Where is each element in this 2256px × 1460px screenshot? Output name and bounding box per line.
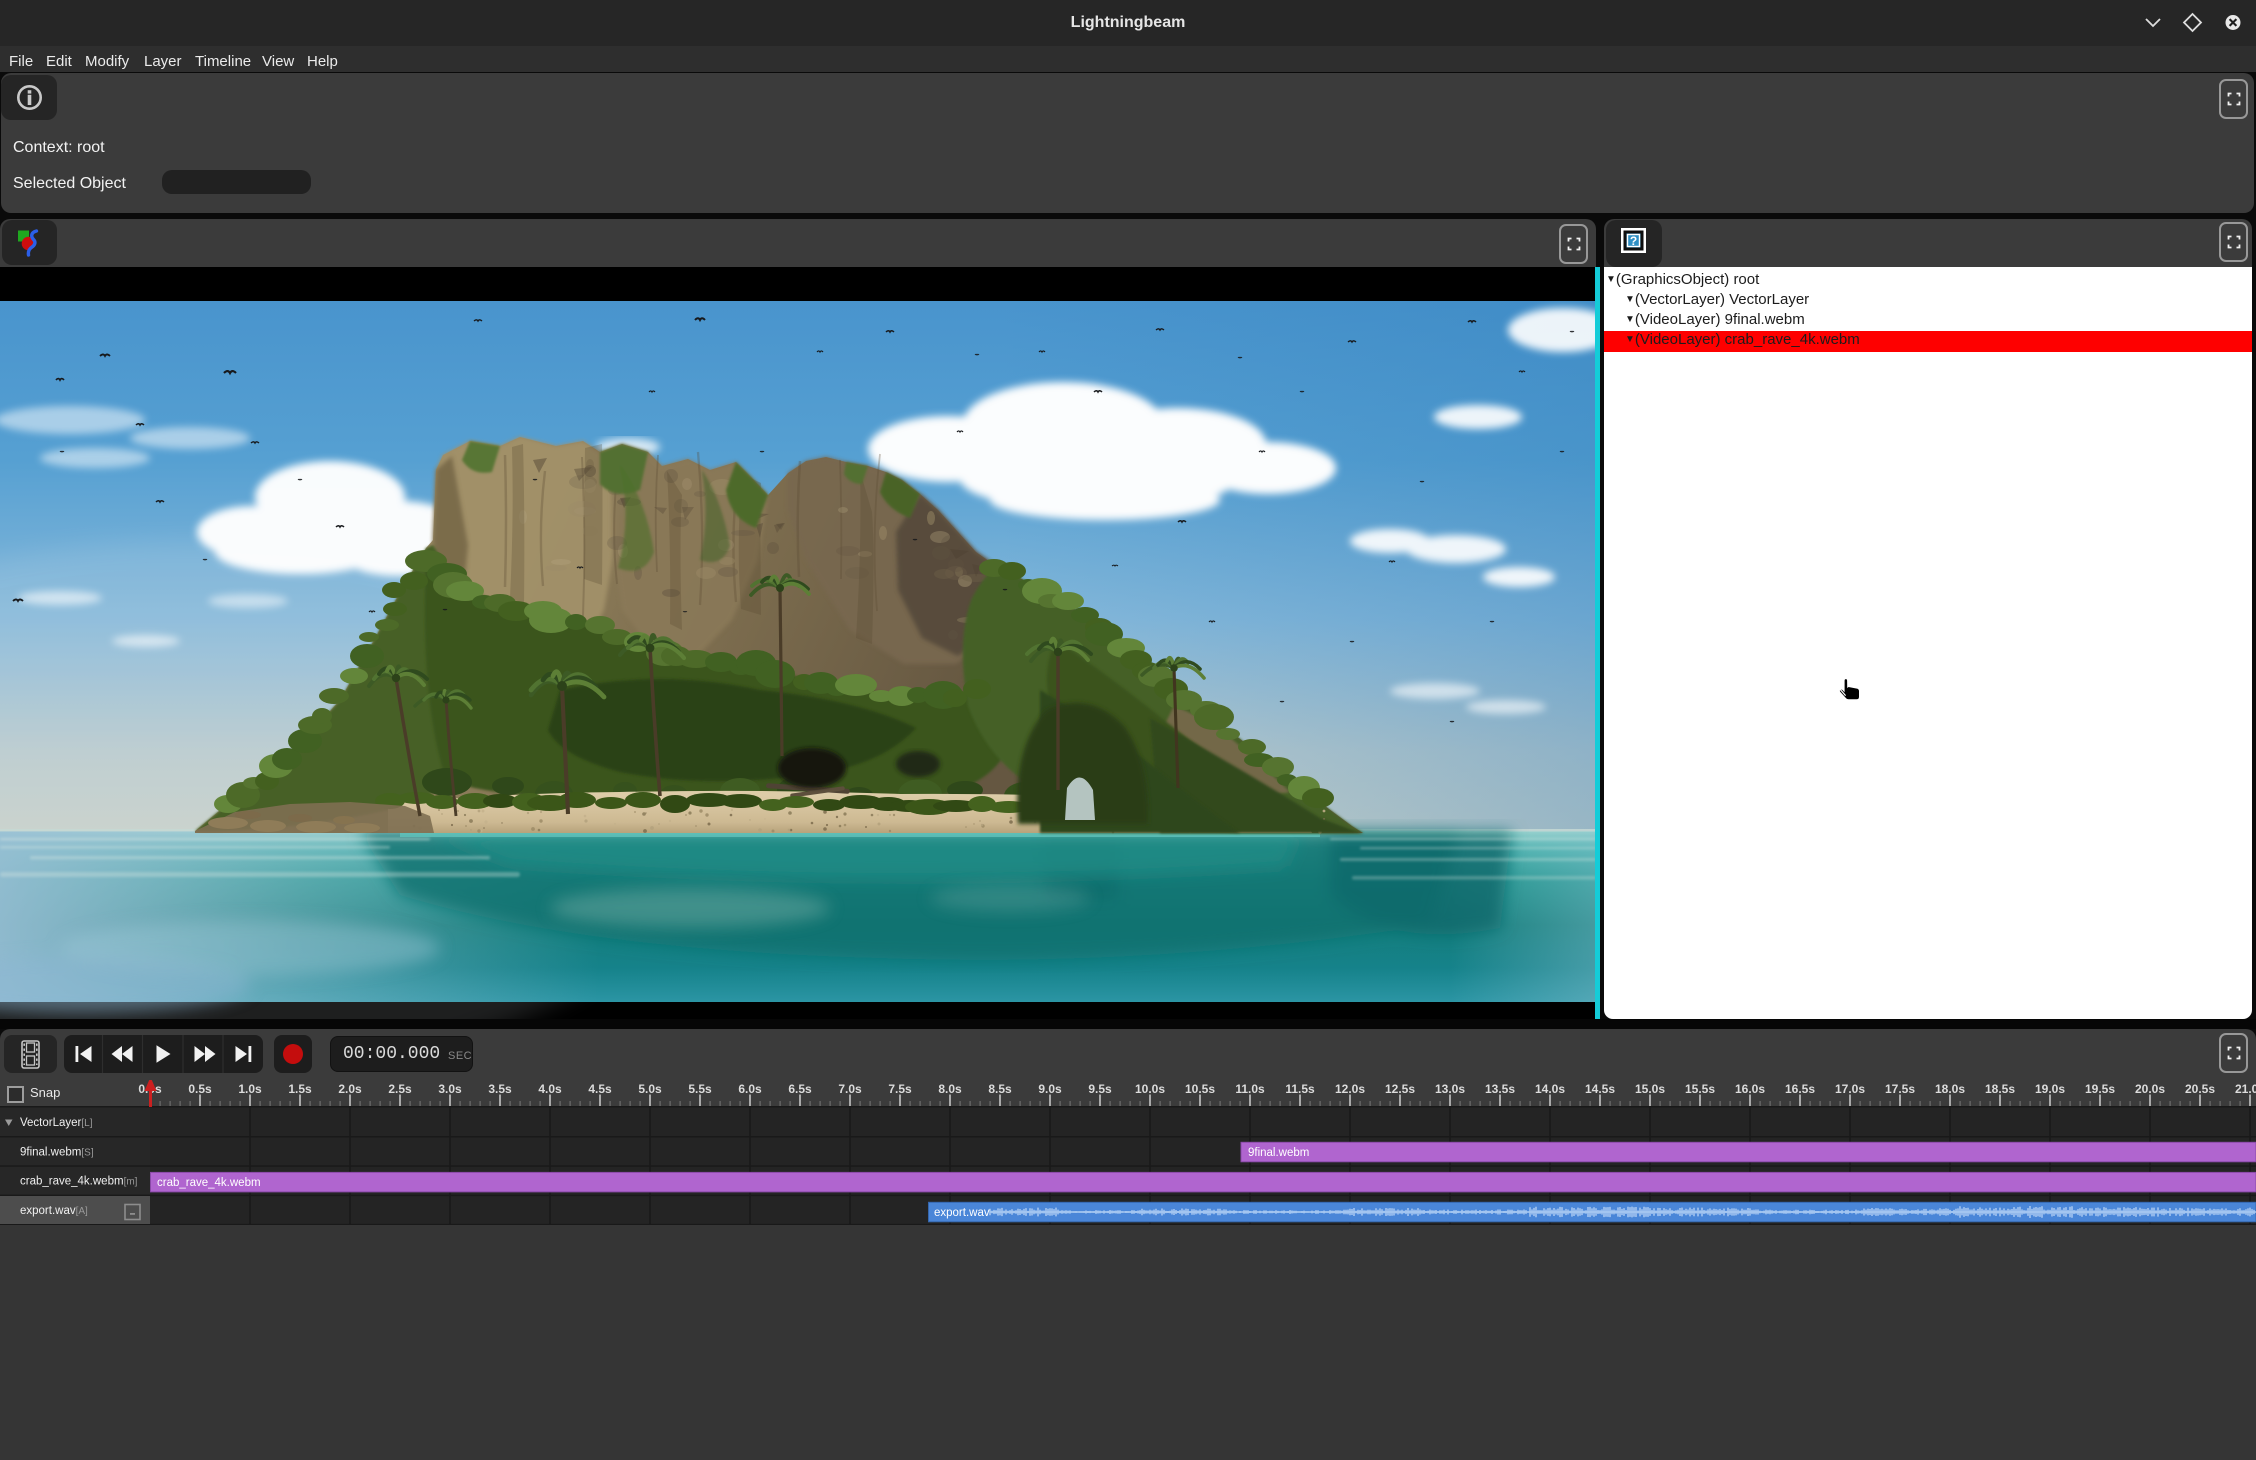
svg-text:9.5s: 9.5s [1088, 1082, 1112, 1096]
svg-text:7.5s: 7.5s [888, 1082, 912, 1096]
svg-text:9final.webm[S]: 9final.webm[S] [20, 1146, 94, 1158]
svg-text:8.0s: 8.0s [938, 1082, 962, 1096]
svg-text:10.0s: 10.0s [1135, 1082, 1165, 1096]
svg-text:2.0s: 2.0s [338, 1082, 362, 1096]
svg-text:18.0s: 18.0s [1935, 1082, 1965, 1096]
svg-text:8.5s: 8.5s [988, 1082, 1012, 1096]
svg-text:7.0s: 7.0s [838, 1082, 862, 1096]
svg-text:5.5s: 5.5s [688, 1082, 712, 1096]
svg-text:20.5s: 20.5s [2185, 1082, 2215, 1096]
svg-text:9.0s: 9.0s [1038, 1082, 1062, 1096]
svg-text:crab_rave_4k.webm: crab_rave_4k.webm [157, 1177, 261, 1189]
svg-text:6.5s: 6.5s [788, 1082, 812, 1096]
svg-text:11.0s: 11.0s [1235, 1082, 1265, 1096]
svg-text:?: ? [1630, 234, 1637, 248]
svg-text:18.5s: 18.5s [1985, 1082, 2015, 1096]
svg-text:2.5s: 2.5s [388, 1082, 412, 1096]
svg-text:16.5s: 16.5s [1785, 1082, 1815, 1096]
svg-text:20.0s: 20.0s [2135, 1082, 2165, 1096]
svg-text:4.0s: 4.0s [538, 1082, 562, 1096]
svg-text:3.5s: 3.5s [488, 1082, 512, 1096]
svg-text:12.0s: 12.0s [1335, 1082, 1365, 1096]
svg-text:14.5s: 14.5s [1585, 1082, 1615, 1096]
svg-text:6.0s: 6.0s [738, 1082, 762, 1096]
svg-text:13.0s: 13.0s [1435, 1082, 1465, 1096]
svg-text:15.0s: 15.0s [1635, 1082, 1665, 1096]
svg-text:19.0s: 19.0s [2035, 1082, 2065, 1096]
svg-text:11.5s: 11.5s [1285, 1082, 1315, 1096]
svg-text:export.wav[A]: export.wav[A] [20, 1205, 88, 1217]
svg-text:0.5s: 0.5s [188, 1082, 212, 1096]
svg-text:17.5s: 17.5s [1885, 1082, 1915, 1096]
svg-text:16.0s: 16.0s [1735, 1082, 1765, 1096]
svg-text:13.5s: 13.5s [1485, 1082, 1515, 1096]
svg-text:5.0s: 5.0s [638, 1082, 662, 1096]
svg-text:14.0s: 14.0s [1535, 1082, 1565, 1096]
svg-text:1.0s: 1.0s [238, 1082, 262, 1096]
svg-text:9final.webm: 9final.webm [1248, 1147, 1309, 1159]
svg-text:12.5s: 12.5s [1385, 1082, 1415, 1096]
svg-text:VectorLayer[L]: VectorLayer[L] [20, 1117, 93, 1129]
svg-text:export.wav: export.wav [934, 1207, 990, 1219]
svg-text:17.0s: 17.0s [1835, 1082, 1865, 1096]
svg-text:10.5s: 10.5s [1185, 1082, 1215, 1096]
svg-text:4.5s: 4.5s [588, 1082, 612, 1096]
svg-text:19.5s: 19.5s [2085, 1082, 2115, 1096]
svg-text:1.5s: 1.5s [288, 1082, 312, 1096]
svg-text:3.0s: 3.0s [438, 1082, 462, 1096]
svg-text:15.5s: 15.5s [1685, 1082, 1715, 1096]
svg-text:21.0s: 21.0s [2235, 1082, 2256, 1096]
svg-text:crab_rave_4k.webm[m]: crab_rave_4k.webm[m] [20, 1176, 138, 1188]
